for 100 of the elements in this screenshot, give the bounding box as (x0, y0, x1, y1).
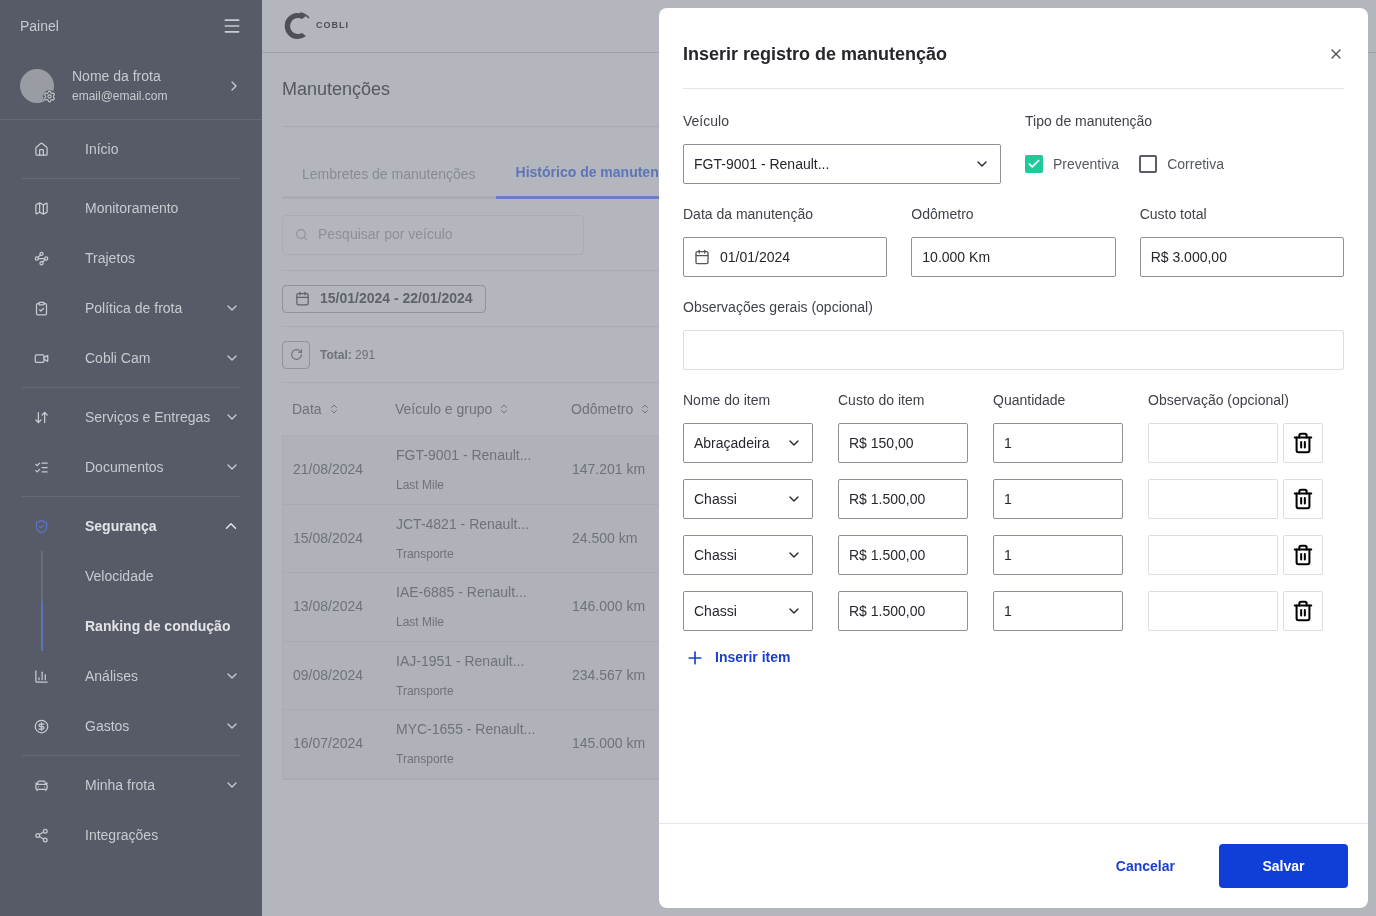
item-cost-field[interactable]: R$ 1.500,00 (838, 479, 968, 519)
sidebar-item[interactable]: Integrações (22, 810, 240, 860)
sidebar-item-label: Minha frota (85, 775, 157, 795)
delete-button[interactable] (1283, 479, 1323, 519)
calendar-icon (295, 291, 310, 306)
field-label: Data da manutenção (683, 205, 814, 224)
date-field[interactable]: 01/01/2024 (683, 237, 888, 277)
observation-field[interactable] (1148, 423, 1278, 463)
date-cell-text: 15/08/2024 (292, 528, 365, 548)
sidebar-title: Painel (20, 16, 59, 36)
notes-field[interactable] (683, 330, 1344, 370)
observation-field[interactable] (1148, 535, 1278, 575)
column-header: Custo do item (838, 391, 926, 410)
sidebar-item-label: Serviços e Entregas (85, 407, 212, 427)
item-select[interactable]: Chassi (683, 479, 813, 519)
total-cost-field[interactable]: R$ 3.000,00 (1139, 237, 1344, 277)
field-label: Observações gerais (opcional) (683, 298, 874, 317)
sidebar-item[interactable]: Gastos (22, 701, 240, 751)
quantity-field[interactable]: 1 (993, 423, 1123, 463)
route-icon (34, 250, 49, 266)
sidebar-item[interactable]: Início (22, 124, 240, 174)
checkbox[interactable] (1025, 155, 1043, 173)
odometer-cell-text: 146.000 km (572, 597, 646, 617)
logo-icon (282, 10, 310, 42)
delete-button[interactable] (1283, 535, 1323, 575)
sidebar-item-label: Segurança (85, 516, 158, 536)
fleet-name: Nome da frota (72, 67, 162, 86)
sidebar-item[interactable]: Análises (22, 651, 240, 701)
group-label: Transporte (396, 545, 455, 563)
arrows-icon (34, 409, 49, 425)
list-check-icon (34, 459, 49, 475)
sidebar-item-label: Análises (85, 666, 139, 686)
field-label: Odômetro (911, 205, 975, 224)
sidebar-item[interactable]: Cobli Cam (22, 333, 240, 383)
sidebar-item[interactable]: Serviços e Entregas (22, 392, 240, 442)
odometer-cell-text: 24.500 km (572, 528, 638, 548)
quantity-field[interactable]: 1 (993, 591, 1123, 631)
search-icon (295, 228, 308, 241)
group-label: Transporte (396, 682, 455, 700)
shield-icon (34, 518, 49, 534)
cancel-button[interactable]: Cancelar (1115, 855, 1175, 877)
home-icon (34, 141, 49, 157)
date-range-button[interactable]: 15/01/2024 - 22/01/2024 (282, 284, 486, 313)
network-icon (34, 827, 49, 843)
sidebar-item[interactable]: Segurança (22, 501, 240, 551)
odometer-field[interactable]: 10.000 Km (911, 237, 1116, 277)
sidebar-item[interactable]: Monitoramento (22, 183, 240, 233)
sidebar-subitem[interactable]: Ranking de condução (41, 601, 240, 651)
trash-icon (1292, 488, 1314, 510)
save-button[interactable]: Salvar (1219, 844, 1348, 888)
vehicle-cell-text: JCT-4821 - Renault... (396, 514, 531, 534)
dollar-icon (34, 718, 49, 734)
checkbox-label: Corretiva (1167, 154, 1224, 174)
item-select[interactable]: Chassi (683, 591, 813, 631)
date-cell-text: 21/08/2024 (292, 460, 365, 480)
item-select[interactable]: Abraçadeira (683, 423, 813, 463)
add-item-link[interactable]: Inserir item (683, 647, 791, 668)
sidebar-item[interactable]: Trajetos (22, 233, 240, 283)
sidebar-item-label: Gastos (85, 716, 131, 736)
refresh-icon (289, 348, 303, 361)
column-header: Observação (opcional) (1148, 391, 1290, 410)
vehicle-cell-text: FGT-9001 - Renault... (396, 446, 533, 466)
delete-button[interactable] (1283, 591, 1323, 631)
sidebar-item[interactable]: Política de frota (22, 283, 240, 333)
observation-field[interactable] (1148, 591, 1278, 631)
item-cost-field[interactable]: R$ 150,00 (838, 423, 968, 463)
sidebar-item[interactable]: Documentos (22, 442, 240, 492)
field-label: Custo total (1139, 205, 1208, 224)
odometer-cell-text: 234.567 km (572, 665, 646, 685)
quantity-field[interactable]: 1 (993, 535, 1123, 575)
check-icon (1027, 157, 1041, 171)
date-cell-text: 13/08/2024 (292, 597, 365, 617)
sidebar-item-label: Política de frota (85, 298, 184, 318)
field-label: Tipo de manutenção (1025, 112, 1154, 131)
vehicle-select[interactable]: FGT-9001 - Renault... (683, 144, 1001, 184)
sidebar-item[interactable]: Minha frota (22, 760, 240, 810)
dialog-title: Inserir registro de manutenção (683, 42, 948, 66)
menu-icon[interactable] (222, 16, 242, 36)
map-icon (34, 200, 49, 216)
sidebar-item-label: Monitoramento (85, 198, 180, 218)
checklist-icon (34, 300, 49, 316)
vehicle-cell-text: IAE-6885 - Renault... (396, 583, 528, 603)
odometer-cell-text: 145.000 km (572, 734, 646, 754)
trash-icon (1292, 600, 1314, 622)
group-label: Last Mile (396, 477, 446, 495)
delete-button[interactable] (1283, 423, 1323, 463)
checkbox[interactable] (1139, 155, 1158, 173)
item-select[interactable]: Chassi (683, 535, 813, 575)
quantity-field[interactable]: 1 (993, 479, 1123, 519)
sidebar-subitem[interactable]: Velocidade (41, 551, 240, 601)
field-label: Veículo (683, 112, 730, 131)
item-cost-field[interactable]: R$ 1.500,00 (838, 535, 968, 575)
logo-text: COBLI (316, 19, 349, 33)
total-count: Total: 291 (320, 346, 376, 364)
trash-icon (1292, 544, 1314, 566)
column-header: Nome do item (683, 391, 772, 410)
vehicle-cell-text: MYC-1655 - Renault... (396, 720, 537, 740)
vehicle-cell-text: IAJ-1951 - Renault... (396, 651, 526, 671)
item-cost-field[interactable]: R$ 1.500,00 (838, 591, 968, 631)
observation-field[interactable] (1148, 479, 1278, 519)
